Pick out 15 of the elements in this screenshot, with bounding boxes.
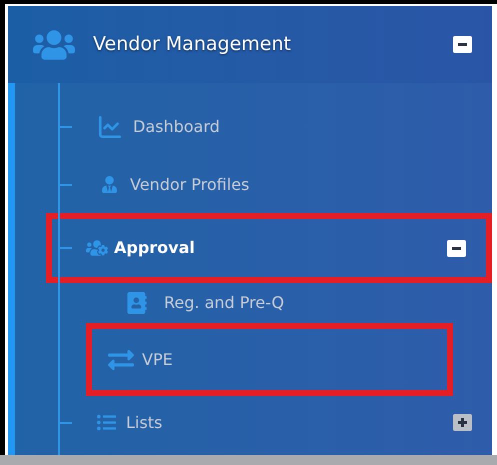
menu-item[interactable]: Dashboard [58, 98, 492, 156]
menu-header[interactable]: Vendor Management [8, 6, 492, 83]
list-icon [97, 413, 116, 432]
plus-icon [457, 417, 468, 428]
menu-item[interactable]: Lists [58, 396, 492, 449]
address-book-icon [126, 292, 148, 314]
expand-toggle[interactable] [453, 414, 472, 431]
collapse-toggle[interactable] [447, 240, 466, 256]
menu-item[interactable]: Approval [52, 219, 486, 277]
person-icon [101, 176, 118, 193]
submenu-item[interactable]: Reg. and Pre-Q [86, 283, 453, 323]
collapse-toggle[interactable] [453, 36, 472, 53]
menu-item[interactable]: Vendor Profiles [58, 156, 492, 213]
submenu-item[interactable]: VPE [92, 329, 447, 390]
line-chart-icon [97, 114, 123, 140]
